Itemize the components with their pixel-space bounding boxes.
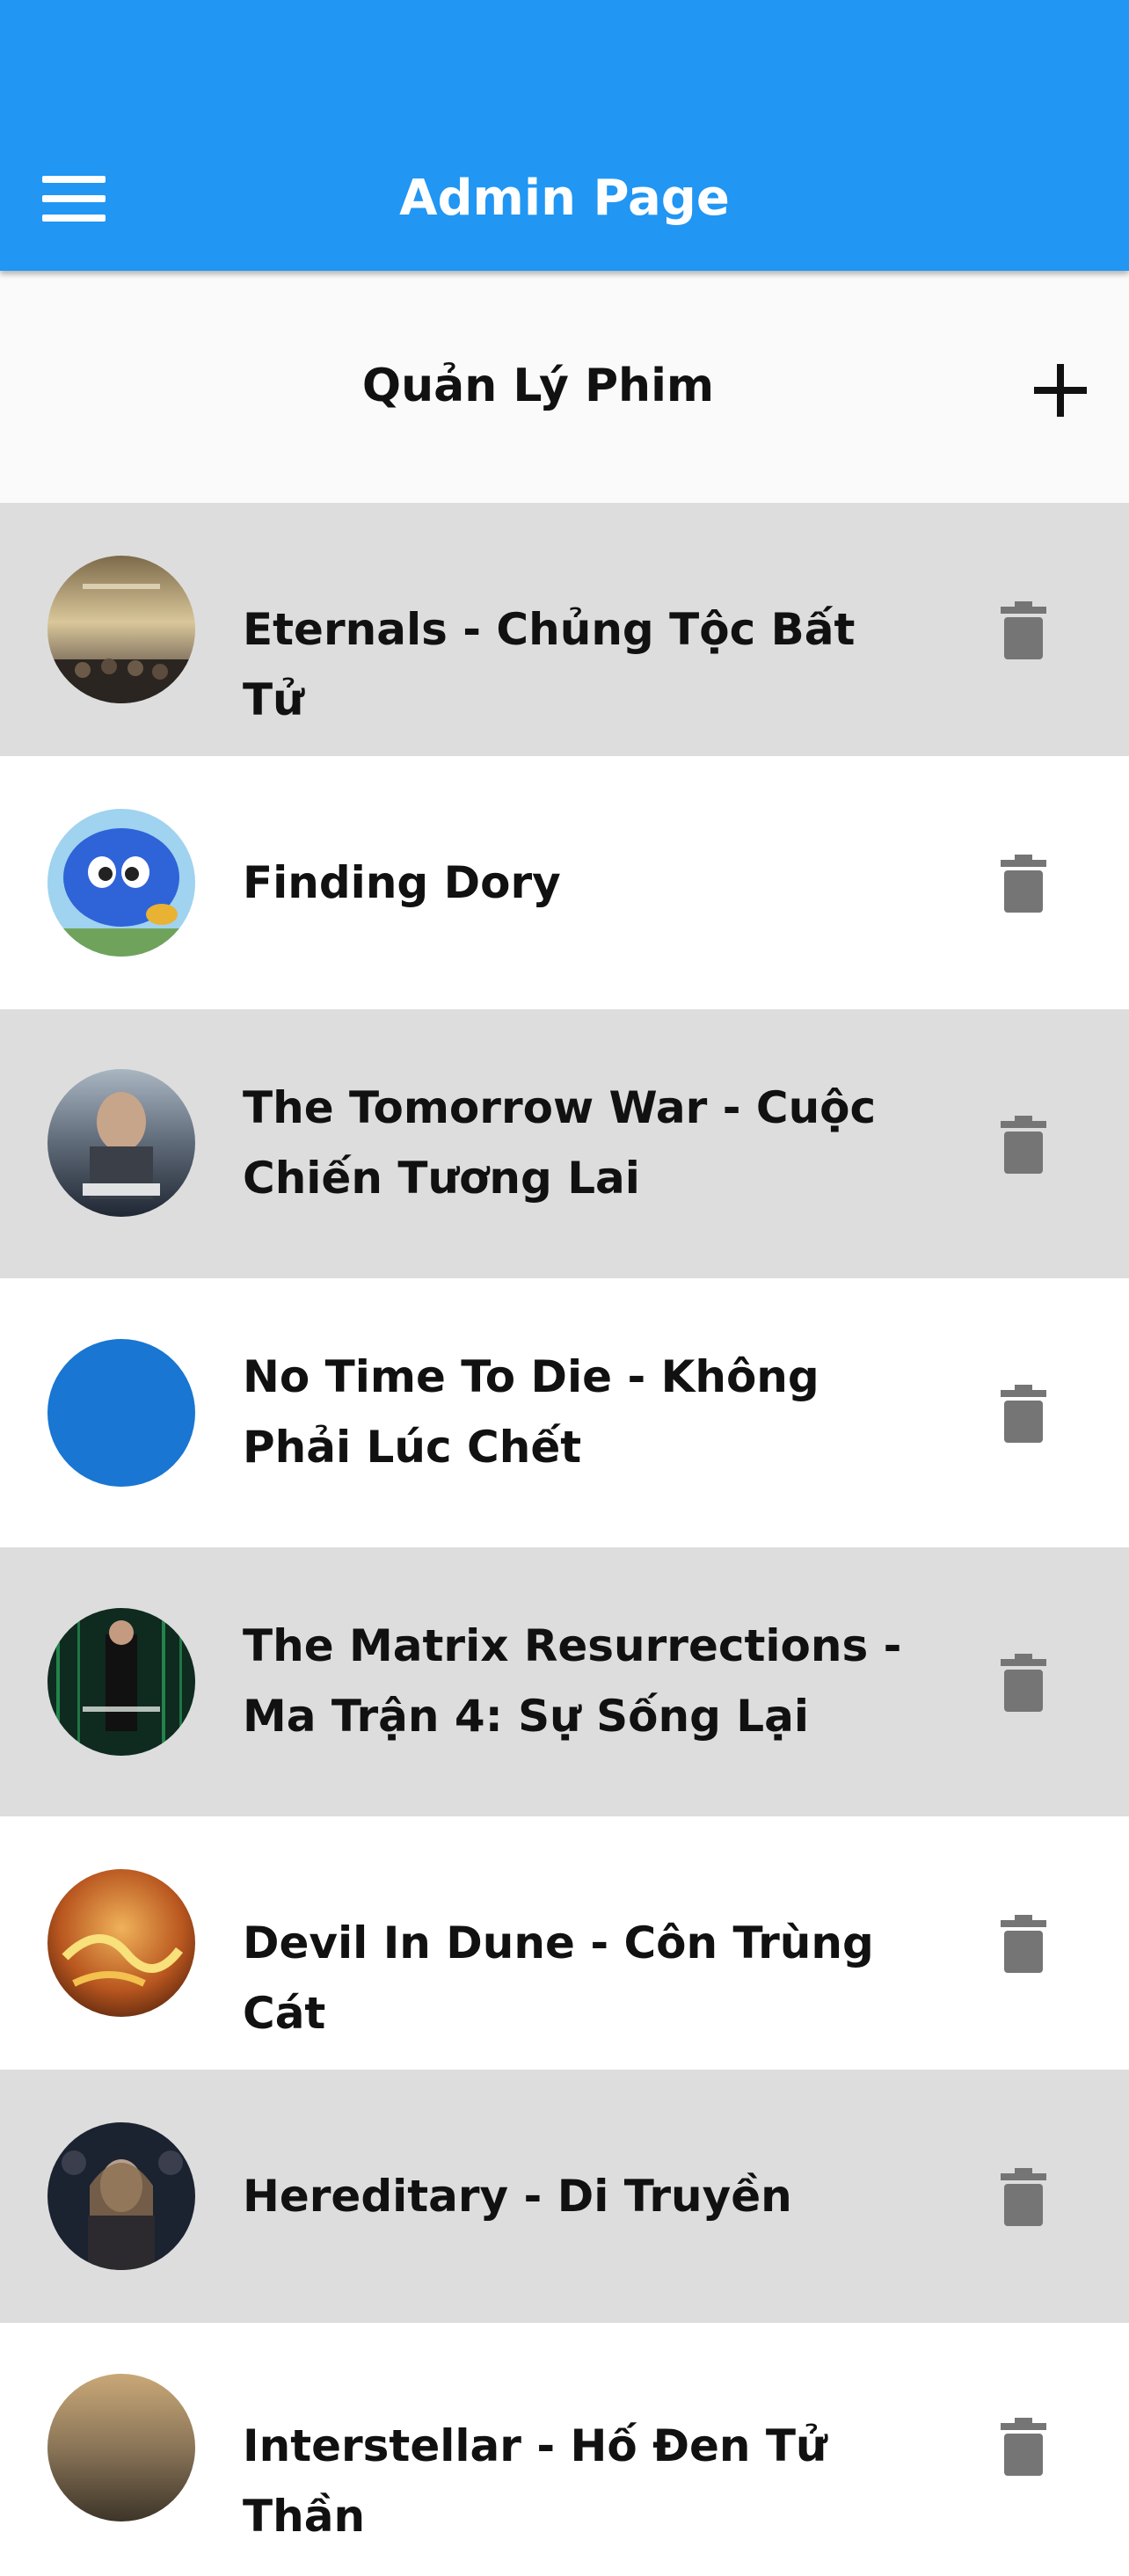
trash-icon	[1001, 855, 1046, 913]
movie-title: Interstellar - Hố Đen Tử Thần	[243, 2420, 827, 2542]
trash-icon	[1001, 2418, 1046, 2476]
delete-button[interactable]	[987, 2409, 1060, 2483]
trash-icon	[1001, 601, 1046, 659]
movie-title: Hereditary - Di Truyền	[243, 2171, 792, 2222]
add-icon	[1034, 364, 1087, 417]
delete-button[interactable]	[987, 593, 1060, 666]
interstellar-poster	[47, 2374, 195, 2521]
hereditary-poster	[47, 2122, 195, 2270]
movie-title: Devil In Dune - Côn Trùng Cát	[243, 1917, 874, 2039]
list-item[interactable]: Eternals - Chủng Tộc Bất Tử	[0, 503, 1129, 756]
matrix-poster	[47, 1608, 195, 1756]
trash-icon	[1001, 1385, 1046, 1443]
eternals-poster	[47, 556, 195, 703]
trash-icon	[1001, 1116, 1046, 1174]
app-bar: Admin Page	[0, 0, 1129, 271]
movie-title: Finding Dory	[243, 857, 561, 908]
delete-button[interactable]	[987, 1645, 1060, 1719]
section-title: Quản Lý Phim	[361, 360, 715, 412]
delete-button[interactable]	[987, 1906, 1060, 1980]
list-item[interactable]: The Tomorrow War - Cuộc Chiến Tương Lai	[0, 1009, 1129, 1278]
trash-icon	[1001, 1654, 1046, 1712]
list-item[interactable]: The Matrix Resurrections - Ma Trận 4: Sự…	[0, 1547, 1129, 1816]
movie-title: The Tomorrow War - Cuộc Chiến Tương Lai	[243, 1082, 877, 1204]
list-item[interactable]: Finding Dory	[0, 756, 1129, 1009]
finding-dory-poster	[47, 809, 195, 957]
list-item[interactable]: Devil In Dune - Côn Trùng Cát	[0, 1816, 1129, 2070]
movie-title: No Time To Die - Không Phải Lúc Chết	[243, 1351, 819, 1473]
list-item[interactable]: Interstellar - Hố Đen Tử Thần	[0, 2323, 1129, 2576]
add-movie-button[interactable]	[1022, 355, 1099, 422]
tomorrow-war-poster	[47, 1069, 195, 1217]
movie-title: Eternals - Chủng Tộc Bất Tử	[243, 604, 856, 725]
list-item[interactable]: Hereditary - Di Truyền	[0, 2070, 1129, 2323]
trash-icon	[1001, 1915, 1046, 1973]
delete-button[interactable]	[987, 1376, 1060, 1450]
delete-button[interactable]	[987, 2159, 1060, 2233]
blue-placeholder-poster	[47, 1339, 195, 1487]
movie-title: The Matrix Resurrections - Ma Trận 4: Sự…	[243, 1620, 902, 1742]
page-title: Admin Page	[399, 170, 730, 227]
delete-button[interactable]	[987, 846, 1060, 920]
trash-icon	[1001, 2168, 1046, 2226]
devil-in-dune-poster	[47, 1869, 195, 2017]
delete-button[interactable]	[987, 1107, 1060, 1181]
list-item[interactable]: No Time To Die - Không Phải Lúc Chết	[0, 1278, 1129, 1547]
